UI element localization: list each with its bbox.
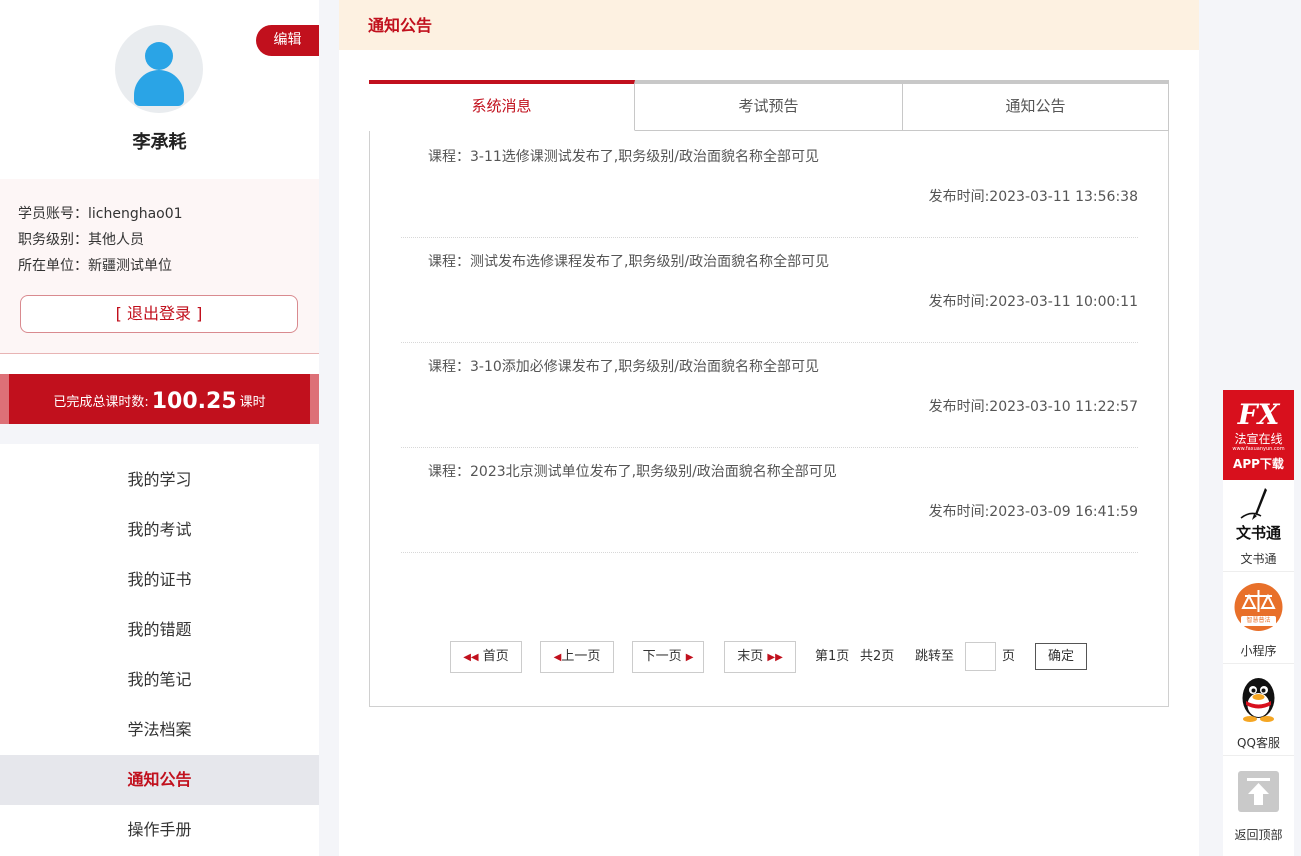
menu-item-my-mistakes[interactable]: 我的错题 [0, 605, 319, 655]
tab-system-messages[interactable]: 系统消息 [369, 80, 635, 131]
tab-announcements[interactable]: 通知公告 [903, 80, 1169, 131]
app-url: www.faxuanyun.com [1232, 446, 1285, 452]
main-content: 通知公告 系统消息 考试预告 通知公告 课程：3-11选修课测试发布了,职务级别… [339, 0, 1199, 856]
user-silhouette-icon [145, 42, 173, 70]
wenshu-logo-text: 文书通 [1235, 524, 1281, 542]
menu-item-my-notes[interactable]: 我的笔记 [0, 655, 319, 705]
jump-page-input[interactable] [965, 642, 996, 671]
notice-text[interactable]: 课程：2023北京测试单位发布了,职务级别/政治面貌名称全部可见 [428, 461, 837, 481]
page-unit: 页 [1002, 649, 1016, 664]
last-page-button[interactable]: 末页 ▶▶ [724, 641, 796, 673]
qq-service-label: QQ客服 [1237, 736, 1280, 750]
qq-penguin-icon [1227, 668, 1290, 730]
unit-info: 所在单位：新疆测试单位 [18, 258, 172, 274]
hours-value: 100.25 [151, 389, 237, 414]
tab-exam-preview[interactable]: 考试预告 [635, 80, 903, 131]
total-pages: 共2页 [860, 649, 895, 664]
double-left-arrow-icon: ◀◀ [463, 652, 479, 663]
double-right-arrow-icon: ▶▶ [767, 652, 783, 663]
notice-time: 发布时间:2023-03-11 13:56:38 [928, 189, 1138, 205]
right-arrow-icon: ▶ [685, 652, 694, 663]
app-download-button[interactable]: FX 法宣在线 www.faxuanyun.com APP下载 [1223, 390, 1294, 480]
divider [0, 424, 319, 444]
app-name: 法宣在线 [1234, 432, 1283, 446]
wenshu-label: 文书通 [1240, 552, 1277, 566]
menu-item-my-study[interactable]: 我的学习 [0, 455, 319, 505]
hours-unit: 课时 [239, 395, 266, 410]
user-info-panel: 学员账号：lichenghao01 职务级别：其他人员 所在单位：新疆测试单位 … [0, 179, 319, 354]
qq-service-button[interactable]: QQ客服 [1223, 664, 1294, 756]
user-sidebar: 编辑 李承耗 学员账号：lichenghao01 职务级别：其他人员 所在单位：… [0, 0, 319, 856]
back-to-top-button[interactable]: 返回顶部 [1223, 756, 1294, 856]
menu-item-my-certificates[interactable]: 我的证书 [0, 555, 319, 605]
notice-time: 发布时间:2023-03-10 11:22:57 [928, 399, 1138, 415]
completed-hours-bar: 已完成总课时数: 100.25 课时 [0, 374, 319, 424]
menu-item-law-archive[interactable]: 学法档案 [0, 705, 319, 755]
edit-profile-button[interactable]: 编辑 [256, 25, 319, 56]
list-item[interactable]: 课程：测试发布选修课程发布了,职务级别/政治面貌名称全部可见 发布时间:2023… [401, 238, 1138, 343]
notice-text[interactable]: 课程：测试发布选修课程发布了,职务级别/政治面貌名称全部可见 [428, 251, 829, 271]
avatar[interactable] [115, 25, 203, 113]
mini-program-button[interactable]: 智慧普法 小程序 [1223, 572, 1294, 664]
list-item[interactable]: 课程：3-11选修课测试发布了,职务级别/政治面貌名称全部可见 发布时间:202… [401, 133, 1138, 238]
menu-item-my-exams[interactable]: 我的考试 [0, 505, 319, 555]
notice-text[interactable]: 课程：3-10添加必修课发布了,职务级别/政治面貌名称全部可见 [428, 356, 819, 376]
fx-logo-icon: FX [1237, 398, 1280, 431]
floating-toolbar: FX 法宣在线 www.faxuanyun.com APP下载 文书通 文书通 … [1223, 390, 1294, 856]
next-page-button[interactable]: 下一页 ▶ [632, 641, 704, 673]
scales-icon: 智慧普法 [1227, 576, 1290, 638]
arrow-up-icon [1227, 760, 1290, 822]
user-silhouette-body [134, 70, 184, 106]
prev-page-button[interactable]: ◀上一页 [540, 641, 614, 673]
confirm-jump-button[interactable]: 确定 [1035, 643, 1087, 670]
menu-item-manual[interactable]: 操作手册 [0, 805, 319, 855]
page-title: 通知公告 [368, 16, 433, 35]
list-item[interactable]: 课程：3-10添加必修课发布了,职务级别/政治面貌名称全部可见 发布时间:202… [401, 343, 1138, 448]
mini-program-label: 小程序 [1240, 644, 1277, 658]
notice-text[interactable]: 课程：3-11选修课测试发布了,职务级别/政治面貌名称全部可见 [428, 146, 819, 166]
notice-time: 发布时间:2023-03-11 10:00:11 [928, 294, 1138, 310]
user-name: 李承耗 [132, 132, 187, 153]
notice-time: 发布时间:2023-03-09 16:41:59 [928, 504, 1138, 520]
mini-badge: 智慧普法 [1246, 617, 1271, 624]
first-page-button[interactable]: ◀◀ 首页 [450, 641, 522, 673]
notice-panel: 系统消息 考试预告 通知公告 课程：3-11选修课测试发布了,职务级别/政治面貌… [369, 80, 1169, 707]
wenshu-button[interactable]: 文书通 文书通 [1223, 480, 1294, 572]
app-download-label: APP下载 [1233, 457, 1284, 471]
jump-label: 跳转至 [915, 649, 955, 664]
pen-icon: 文书通 [1227, 484, 1290, 546]
account-info: 学员账号：lichenghao01 [18, 206, 183, 222]
back-to-top-label: 返回顶部 [1234, 828, 1283, 842]
list-item[interactable]: 课程：2023北京测试单位发布了,职务级别/政治面貌名称全部可见 发布时间:20… [401, 448, 1138, 553]
menu-item-notices[interactable]: 通知公告 [0, 755, 319, 805]
logout-button[interactable]: [ 退出登录 ] [20, 295, 298, 333]
page-header: 通知公告 [339, 0, 1199, 50]
hours-label: 已完成总课时数: [53, 395, 149, 410]
current-page: 第1页 [815, 649, 850, 664]
level-info: 职务级别：其他人员 [18, 232, 144, 248]
